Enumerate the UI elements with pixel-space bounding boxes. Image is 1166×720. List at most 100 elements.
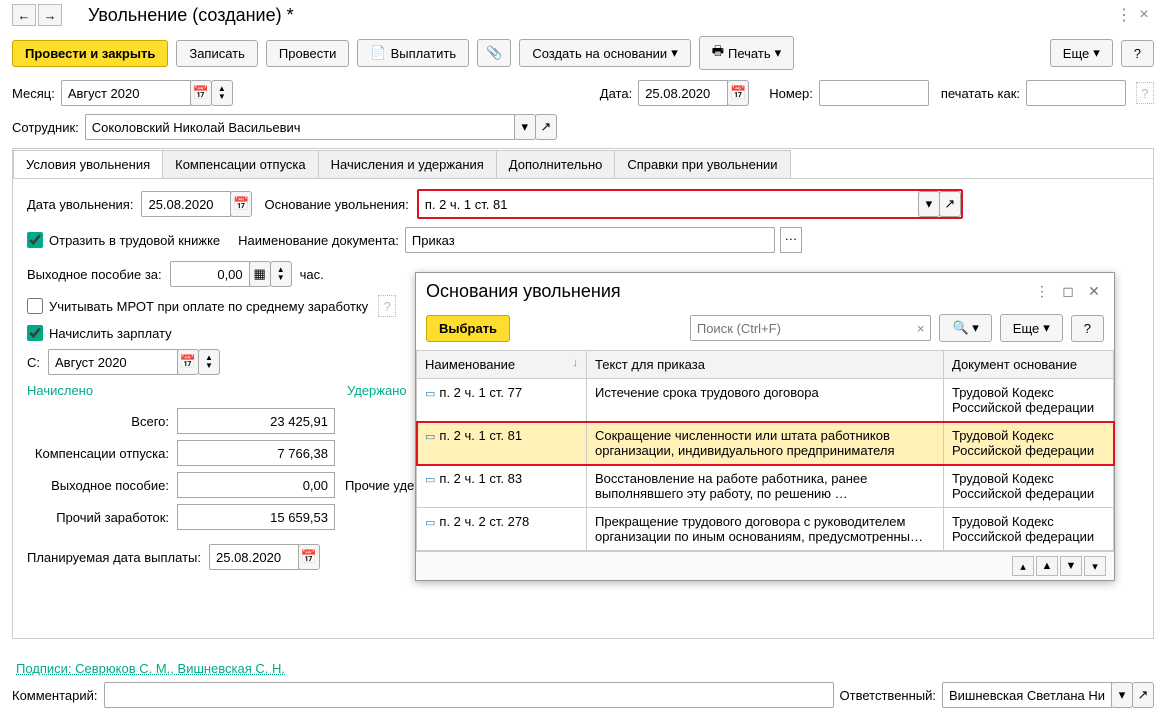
- reason-row[interactable]: ▭п. 2 ч. 1 ст. 77Истечение срока трудово…: [417, 379, 1114, 422]
- printas-input[interactable]: [1026, 80, 1126, 106]
- month-input[interactable]: [61, 80, 191, 106]
- reason-open[interactable]: ↗: [939, 191, 961, 217]
- paydate-input[interactable]: [209, 544, 299, 570]
- month-stepper[interactable]: ▲▼: [211, 80, 233, 106]
- dismissal-date-calendar-icon[interactable]: 📅: [230, 191, 252, 217]
- mrot-help: ?: [378, 295, 396, 317]
- popup-search-clear[interactable]: ×: [911, 321, 931, 336]
- printas-help: ?: [1136, 82, 1154, 104]
- severance-label: Выходное пособие за:: [27, 267, 162, 282]
- from-label: С:: [27, 355, 40, 370]
- more-button[interactable]: Еще ▾: [1050, 39, 1113, 67]
- popup-nav-up[interactable]: ▲: [1036, 556, 1058, 576]
- comment-input[interactable]: [104, 682, 834, 708]
- comment-label: Комментарий:: [12, 688, 98, 703]
- tab-additional[interactable]: Дополнительно: [496, 150, 616, 179]
- popup-select-button[interactable]: Выбрать: [426, 315, 510, 342]
- pay-label: Выплатить: [391, 46, 457, 61]
- popup-col-doc[interactable]: Документ основание: [944, 351, 1114, 379]
- popup-nav-down[interactable]: ▼: [1060, 556, 1082, 576]
- nav-back[interactable]: ←: [12, 4, 36, 26]
- printas-label: печатать как:: [941, 86, 1020, 101]
- popup-more-label: Еще: [1013, 321, 1039, 336]
- tab-conditions[interactable]: Условия увольнения: [13, 150, 163, 179]
- total-value[interactable]: [177, 504, 335, 530]
- reason-row[interactable]: ▭п. 2 ч. 2 ст. 278Прекращение трудового …: [417, 508, 1114, 551]
- popup-nav-first[interactable]: ▴: [1012, 556, 1034, 576]
- docname-ellipsis[interactable]: …: [780, 227, 802, 253]
- docname-input[interactable]: [405, 227, 775, 253]
- attach-button[interactable]: 📎: [477, 39, 511, 67]
- pay-button[interactable]: 📄 Выплатить: [357, 39, 469, 67]
- popup-nav-last[interactable]: ▾: [1084, 556, 1106, 576]
- reason-row[interactable]: ▭п. 2 ч. 1 ст. 83Восстановление на работ…: [417, 465, 1114, 508]
- doc-icon: ▭: [425, 431, 435, 443]
- nav-forward[interactable]: →: [38, 4, 62, 26]
- popup-more-button[interactable]: Еще ▾: [1000, 314, 1063, 342]
- date-input[interactable]: [638, 80, 728, 106]
- reason-label: Основание увольнения:: [264, 197, 408, 212]
- tab-compensation[interactable]: Компенсации отпуска: [162, 150, 319, 179]
- popup-search-button[interactable]: 🔍 ▾: [939, 314, 991, 342]
- reason-dropdown[interactable]: ▾: [918, 191, 940, 217]
- reason-highlighted-frame: ▾ ↗: [417, 189, 963, 219]
- tab-certificates[interactable]: Справки при увольнении: [614, 150, 790, 179]
- severance-calc-icon[interactable]: ▦: [249, 261, 271, 287]
- employee-label: Сотрудник:: [12, 120, 79, 135]
- severance-stepper[interactable]: ▲▼: [270, 261, 292, 287]
- popup-help-button[interactable]: ?: [1071, 315, 1104, 342]
- responsible-dropdown[interactable]: ▾: [1111, 682, 1133, 708]
- reason-input[interactable]: [419, 191, 919, 217]
- total-value[interactable]: [177, 440, 335, 466]
- total-value[interactable]: [177, 408, 335, 434]
- date-calendar-icon[interactable]: 📅: [727, 80, 749, 106]
- from-input[interactable]: [48, 349, 178, 375]
- mrot-checkbox[interactable]: [27, 298, 43, 314]
- more-label: Еще: [1063, 46, 1089, 61]
- window-close[interactable]: ×: [1134, 6, 1154, 24]
- number-label: Номер:: [769, 86, 813, 101]
- from-calendar-icon[interactable]: 📅: [177, 349, 199, 375]
- print-label: Печать: [728, 46, 771, 61]
- dismissal-date-input[interactable]: [141, 191, 231, 217]
- window-menu[interactable]: ⋮: [1114, 5, 1134, 25]
- popup-col-name[interactable]: Наименование↓: [417, 351, 587, 379]
- popup-title: Основания увольнения: [426, 281, 1026, 302]
- submit-button[interactable]: Провести и закрыть: [12, 40, 168, 67]
- responsible-input[interactable]: [942, 682, 1112, 708]
- from-stepper[interactable]: ▲▼: [198, 349, 220, 375]
- popup-maximize[interactable]: ◻: [1058, 283, 1078, 300]
- accrued-heading: Начислено: [27, 383, 107, 398]
- signatures-link[interactable]: Подписи: Севрюков С. М., Вишневская С. Н…: [16, 661, 285, 676]
- employee-dropdown[interactable]: ▾: [514, 114, 536, 140]
- doc-icon: ▭: [425, 474, 435, 486]
- withheld-heading: Удержано: [347, 383, 407, 398]
- save-button[interactable]: Записать: [176, 40, 258, 67]
- reflect-checkbox[interactable]: [27, 232, 43, 248]
- total-value[interactable]: [177, 472, 335, 498]
- popup-menu[interactable]: ⋮: [1032, 283, 1052, 300]
- severance-input[interactable]: [170, 261, 250, 287]
- paydate-calendar-icon[interactable]: 📅: [298, 544, 320, 570]
- date-label: Дата:: [600, 86, 632, 101]
- create-from-button[interactable]: Создать на основании ▾: [519, 39, 690, 67]
- help-button[interactable]: ?: [1121, 40, 1154, 67]
- employee-input[interactable]: [85, 114, 515, 140]
- responsible-label: Ответственный:: [840, 688, 936, 703]
- popup-col-text[interactable]: Текст для приказа: [587, 351, 944, 379]
- popup-close[interactable]: ✕: [1084, 283, 1104, 300]
- number-input[interactable]: [819, 80, 929, 106]
- reason-row[interactable]: ▭п. 2 ч. 1 ст. 81Сокращение численности …: [417, 422, 1114, 465]
- accrue-checkbox[interactable]: [27, 325, 43, 341]
- popup-search-input[interactable]: [691, 316, 911, 340]
- total-label: Прочий заработок:: [27, 510, 177, 525]
- print-button[interactable]: 🖶 Печать ▾: [699, 36, 794, 70]
- total-label: Выходное пособие:: [27, 478, 177, 493]
- month-calendar-icon[interactable]: 📅: [190, 80, 212, 106]
- employee-open[interactable]: ↗: [535, 114, 557, 140]
- docname-label: Наименование документа:: [238, 233, 399, 248]
- post-button[interactable]: Провести: [266, 40, 350, 67]
- responsible-open[interactable]: ↗: [1132, 682, 1154, 708]
- tab-accruals[interactable]: Начисления и удержания: [318, 150, 497, 179]
- mrot-label: Учитывать МРОТ при оплате по среднему за…: [49, 299, 368, 314]
